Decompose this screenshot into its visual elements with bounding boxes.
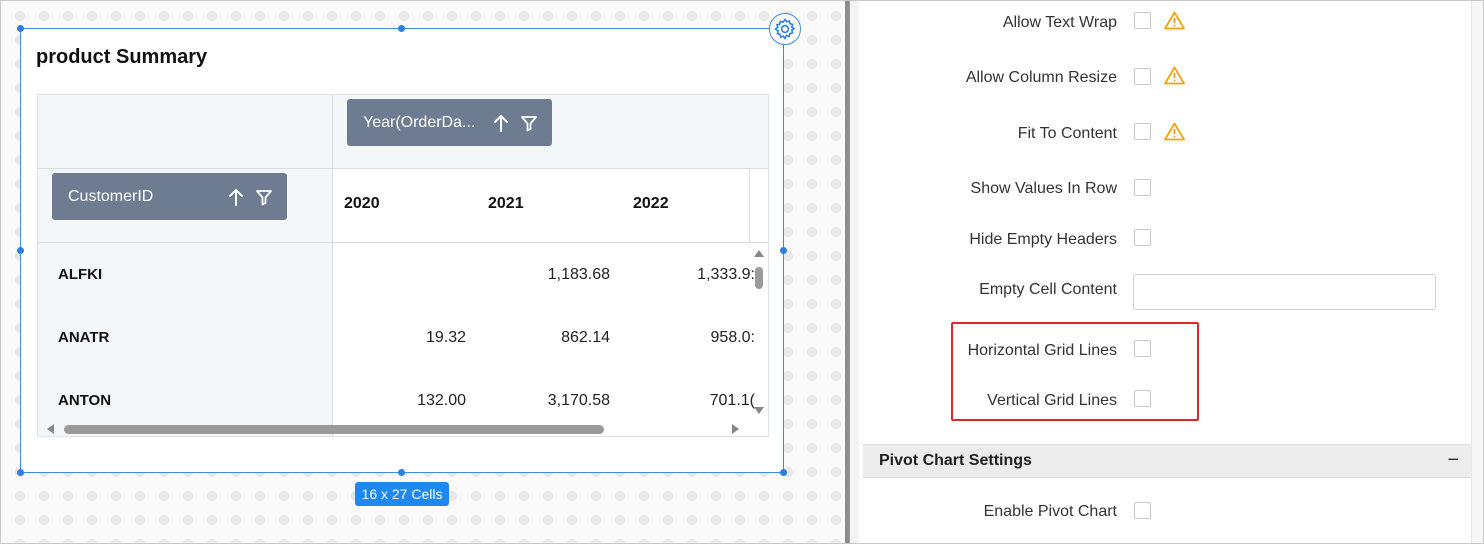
- value-cell[interactable]: 862.14: [500, 329, 610, 347]
- scroll-left-icon[interactable]: [46, 424, 54, 434]
- sort-ascending-icon[interactable]: [227, 187, 245, 207]
- warning-icon: [1164, 122, 1185, 141]
- allow-text-wrap-label: Allow Text Wrap: [1002, 14, 1117, 31]
- collapse-icon[interactable]: −: [1447, 449, 1459, 472]
- show-values-in-row-checkbox[interactable]: [1134, 179, 1151, 196]
- resize-handle[interactable]: [780, 247, 787, 254]
- scroll-right-icon[interactable]: [732, 424, 740, 434]
- widget-settings-button[interactable]: [769, 13, 801, 45]
- resize-handle[interactable]: [17, 25, 24, 32]
- vertical-scrollbar[interactable]: [749, 245, 768, 420]
- sort-ascending-icon[interactable]: [492, 113, 510, 133]
- pivot-chart-settings-header[interactable]: Pivot Chart Settings −: [863, 444, 1471, 478]
- row-header-anatr[interactable]: ANATR: [58, 329, 109, 346]
- filter-icon[interactable]: [520, 113, 538, 133]
- panel-scrollbar[interactable]: [1471, 1, 1483, 543]
- year-header-2020[interactable]: 2020: [344, 195, 380, 213]
- scroll-up-icon[interactable]: [754, 249, 764, 257]
- gear-icon: [774, 18, 796, 41]
- size-badge: 16 x 27 Cells: [355, 482, 449, 506]
- show-values-in-row-label: Show Values In Row: [970, 180, 1117, 197]
- widget-title: product Summary: [36, 46, 208, 68]
- enable-pivot-chart-checkbox[interactable]: [1134, 502, 1151, 519]
- resize-handle[interactable]: [398, 25, 405, 32]
- empty-cell-content-input[interactable]: [1133, 274, 1436, 310]
- filter-icon[interactable]: [255, 187, 273, 207]
- row-header-alfki[interactable]: ALFKI: [58, 266, 102, 283]
- panel-splitter[interactable]: [845, 1, 859, 543]
- value-cell[interactable]: 1,333.9:: [645, 266, 755, 284]
- hide-empty-headers-checkbox[interactable]: [1134, 229, 1151, 246]
- fit-to-content-label: Fit To Content: [1017, 125, 1117, 142]
- horizontal-scroll-thumb[interactable]: [64, 425, 604, 434]
- warning-icon: [1164, 11, 1185, 30]
- resize-handle[interactable]: [780, 469, 787, 476]
- grid-corner: [38, 95, 333, 243]
- empty-cell-content-label: Empty Cell Content: [979, 281, 1117, 298]
- allow-column-resize-checkbox[interactable]: [1134, 68, 1151, 85]
- resize-handle[interactable]: [17, 469, 24, 476]
- year-header-2022[interactable]: 2022: [633, 195, 669, 213]
- pivot-grid-widget[interactable]: product Summary Year(OrderDa... Customer…: [20, 28, 784, 473]
- app-frame: product Summary Year(OrderDa... Customer…: [0, 0, 1484, 544]
- allow-text-wrap-checkbox[interactable]: [1134, 12, 1151, 29]
- column-field-label: Year(OrderDa...: [363, 113, 476, 131]
- horizontal-scrollbar[interactable]: [38, 420, 749, 436]
- value-cell[interactable]: 958.0:: [645, 329, 755, 347]
- section-title: Pivot Chart Settings: [879, 452, 1032, 469]
- hide-empty-headers-label: Hide Empty Headers: [969, 231, 1117, 248]
- allow-column-resize-label: Allow Column Resize: [965, 69, 1117, 86]
- value-cell[interactable]: 19.32: [356, 329, 466, 347]
- scroll-down-icon[interactable]: [754, 407, 764, 415]
- enable-pivot-chart-label: Enable Pivot Chart: [983, 503, 1117, 520]
- fit-to-content-checkbox[interactable]: [1134, 123, 1151, 140]
- value-cell[interactable]: 701.1(: [645, 392, 755, 410]
- value-cell[interactable]: 132.00: [356, 392, 466, 410]
- value-cell[interactable]: 3,170.58: [500, 392, 610, 410]
- warning-icon: [1164, 66, 1185, 85]
- vertical-scroll-thumb[interactable]: [755, 267, 763, 289]
- row-field-label: CustomerID: [68, 187, 154, 205]
- year-header-2021[interactable]: 2021: [488, 195, 524, 213]
- column-values-header: [333, 169, 768, 243]
- resize-handle[interactable]: [398, 469, 405, 476]
- row-header-anton[interactable]: ANTON: [58, 392, 111, 409]
- column-field-pill[interactable]: Year(OrderDa...: [347, 99, 552, 146]
- highlight-box: [951, 322, 1199, 421]
- pivot-grid: Year(OrderDa... CustomerID 2020 2021 202…: [37, 94, 769, 437]
- value-cell[interactable]: 1,183.68: [500, 266, 610, 284]
- row-field-pill[interactable]: CustomerID: [52, 173, 287, 220]
- resize-handle[interactable]: [17, 247, 24, 254]
